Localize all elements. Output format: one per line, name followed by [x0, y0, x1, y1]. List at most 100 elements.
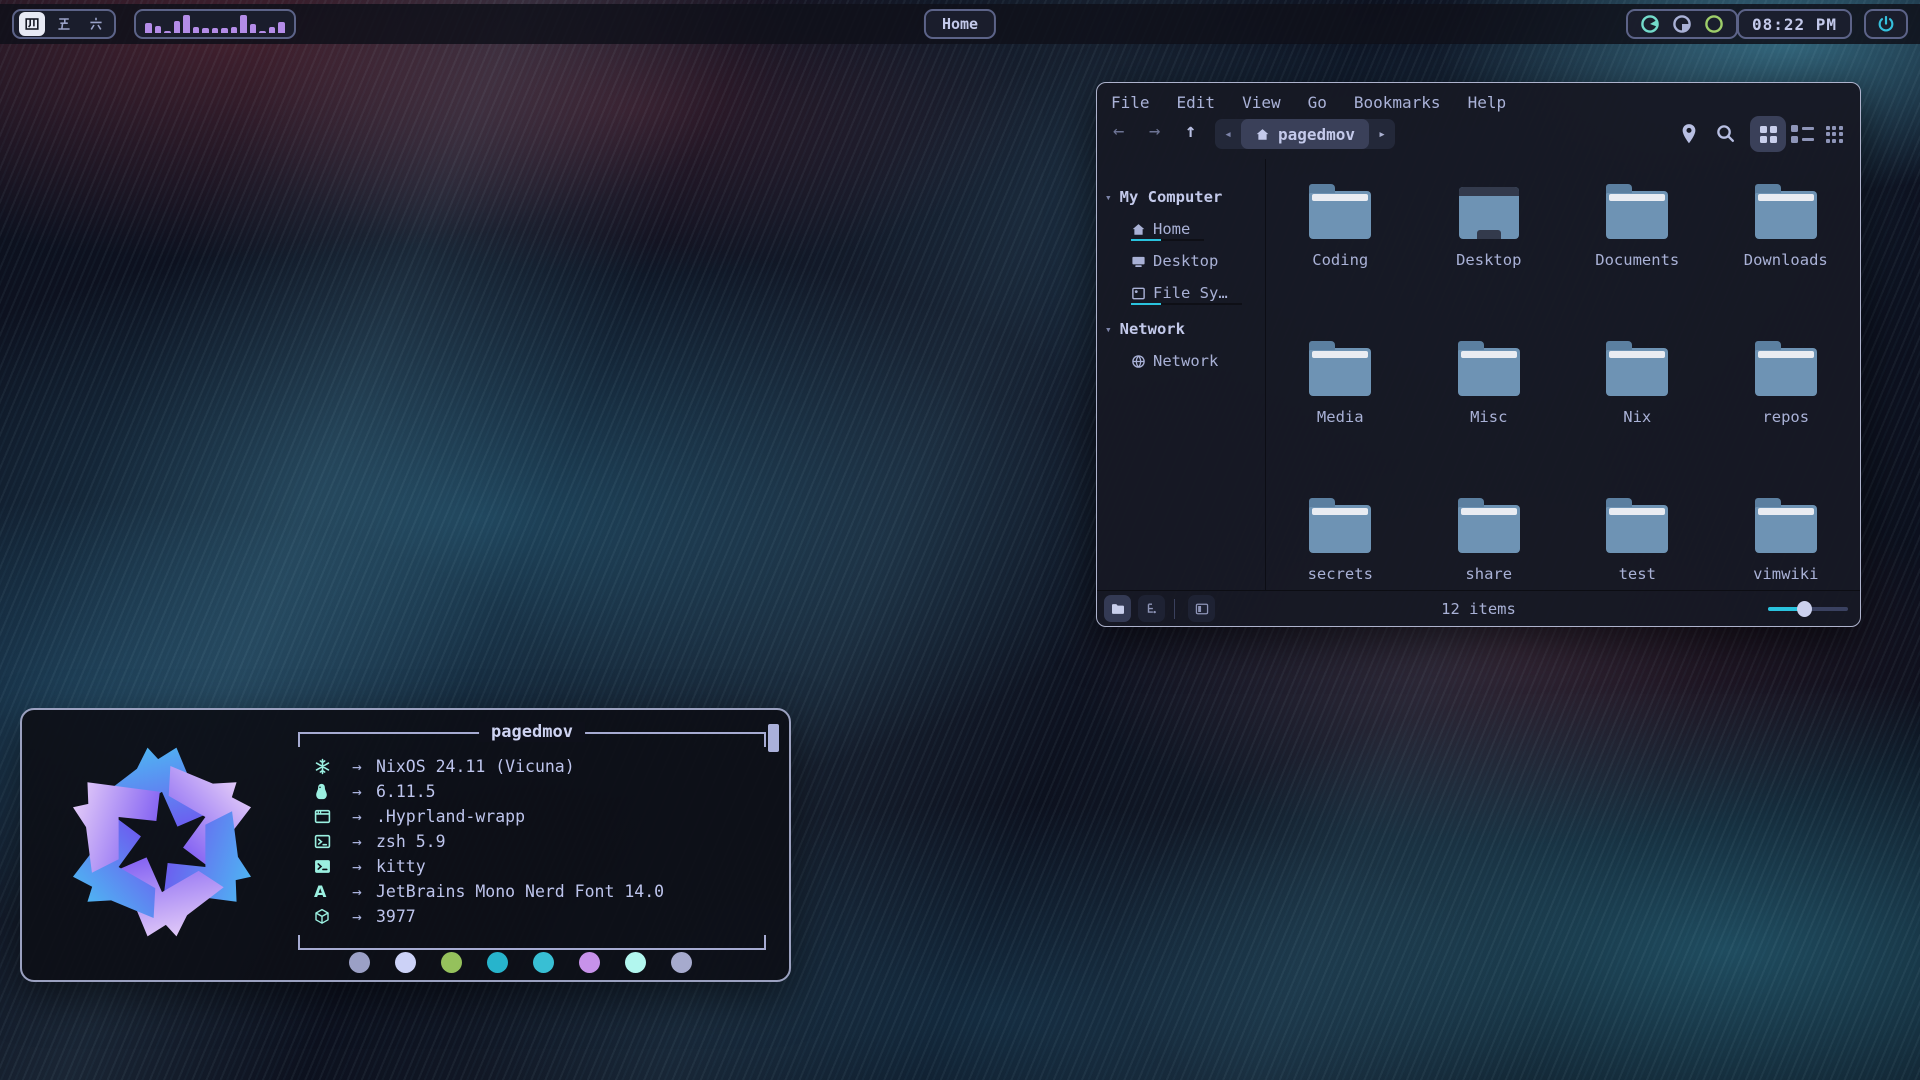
- folder-label: Desktop: [1456, 251, 1521, 269]
- zoom-slider[interactable]: [1768, 607, 1848, 611]
- power-button[interactable]: [1864, 9, 1908, 39]
- folder-item-documents[interactable]: Documents: [1563, 179, 1712, 336]
- fetch-row-wm: → .Hyprland-wrapp: [314, 804, 766, 829]
- menu-view[interactable]: View: [1242, 93, 1281, 112]
- status-bar: 12 items: [1097, 590, 1860, 626]
- file-manager-window: File Edit View Go Bookmarks Help ← → ↑ ◂…: [1096, 82, 1861, 627]
- fetch-value: .Hyprland-wrapp: [376, 807, 525, 826]
- home-icon: [1255, 127, 1270, 142]
- palette-dot: [487, 952, 508, 973]
- palette-dot: [395, 952, 416, 973]
- sidebar-item-label: Network: [1153, 352, 1218, 370]
- visualizer-bar: [193, 27, 200, 33]
- sidebar-item-network[interactable]: Network: [1097, 345, 1265, 377]
- back-button[interactable]: ←: [1113, 120, 1124, 142]
- forward-button[interactable]: →: [1149, 120, 1160, 142]
- workspace-button-3[interactable]: 六: [83, 12, 109, 36]
- workspace-glyph-five: [56, 16, 72, 32]
- compact-view-button[interactable]: [1816, 116, 1852, 152]
- sidebar-section-network[interactable]: ▾ Network: [1097, 313, 1265, 345]
- terminal-window: pagedmov → NixOS 24.11 (Vicuna) →: [20, 708, 791, 982]
- fetch-frame-bottom: [298, 935, 766, 950]
- path-breadcrumb: ◂ pagedmov ▸: [1215, 119, 1395, 149]
- fetch-hostname: pagedmov: [479, 722, 585, 742]
- folder-label: share: [1465, 565, 1512, 583]
- folder-label: secrets: [1308, 565, 1373, 583]
- sidebar-item-file-system[interactable]: File Sy…: [1097, 277, 1265, 309]
- folder-item-coding[interactable]: Coding: [1266, 179, 1415, 336]
- folder-label: vimwiki: [1753, 565, 1818, 583]
- file-manager-body: ▾ My Computer Home Desktop File Sy…: [1097, 159, 1860, 590]
- folder-icon: [1309, 348, 1371, 396]
- palette-dot: [349, 952, 370, 973]
- active-window-title[interactable]: Home: [924, 9, 996, 39]
- workspace-switcher: 四 五 六: [12, 9, 116, 39]
- folder-icon: [1458, 348, 1520, 396]
- folder-label: repos: [1762, 408, 1809, 426]
- search-icon[interactable]: [1715, 123, 1736, 144]
- window-manager-icon: [314, 809, 331, 824]
- menu-edit[interactable]: Edit: [1177, 93, 1216, 112]
- icon-view-button[interactable]: [1750, 116, 1786, 152]
- menu-bookmarks[interactable]: Bookmarks: [1354, 93, 1441, 112]
- fetch-frame-top: pagedmov: [298, 732, 766, 748]
- folder-grid: Coding Desktop Documents Downloads Media…: [1266, 159, 1860, 590]
- workspace-button-1[interactable]: 四: [19, 12, 45, 36]
- clock-module[interactable]: 08:22 PM: [1737, 9, 1852, 39]
- gauge-green-icon[interactable]: [1704, 14, 1724, 34]
- menu-help[interactable]: Help: [1468, 93, 1507, 112]
- folder-item-downloads[interactable]: Downloads: [1712, 179, 1861, 336]
- folder-icon: [1309, 505, 1371, 553]
- breadcrumb-right-chevron[interactable]: ▸: [1369, 127, 1395, 142]
- folder-item-vimwiki[interactable]: vimwiki: [1712, 493, 1861, 650]
- workspace-button-2[interactable]: 五: [51, 12, 77, 36]
- folder-item-media[interactable]: Media: [1266, 336, 1415, 493]
- home-icon: [1131, 222, 1146, 237]
- menu-file[interactable]: File: [1111, 93, 1150, 112]
- list-view-glyph: [1791, 125, 1814, 143]
- visualizer-bar: [174, 21, 181, 33]
- item-count-label: 12 items: [1097, 600, 1860, 618]
- expander-triangle-icon[interactable]: ▾: [1105, 323, 1112, 336]
- location-pin-icon[interactable]: [1680, 123, 1698, 145]
- up-button[interactable]: ↑: [1185, 120, 1196, 142]
- top-status-bar: 四 五 六: [0, 4, 1920, 44]
- breadcrumb-left-chevron[interactable]: ◂: [1215, 127, 1241, 142]
- fetch-row-kernel: → 6.11.5: [314, 779, 766, 804]
- folder-item-misc[interactable]: Misc: [1415, 336, 1564, 493]
- compact-view-glyph: [1826, 126, 1843, 143]
- folder-item-secrets[interactable]: secrets: [1266, 493, 1415, 650]
- workspace-glyph-six: [88, 16, 104, 32]
- sidebar-item-home[interactable]: Home: [1097, 213, 1265, 245]
- folder-item-repos[interactable]: repos: [1712, 336, 1861, 493]
- folder-item-test[interactable]: test: [1563, 493, 1712, 650]
- folder-item-nix[interactable]: Nix: [1563, 336, 1712, 493]
- visualizer-bar: [269, 27, 276, 33]
- gauge-teal-icon[interactable]: [1640, 14, 1660, 34]
- sidebar-item-desktop[interactable]: Desktop: [1097, 245, 1265, 277]
- breadcrumb-home-segment[interactable]: pagedmov: [1241, 119, 1369, 149]
- fetch-row-packages: → 3977: [314, 904, 766, 929]
- sidebar-section-my-computer[interactable]: ▾ My Computer: [1097, 181, 1265, 213]
- fetch-row-os: → NixOS 24.11 (Vicuna): [314, 754, 766, 779]
- folder-icon: [1309, 191, 1371, 239]
- fetch-value: 3977: [376, 907, 416, 926]
- desktop-folder-icon: [1459, 187, 1519, 239]
- gauge-lavender-icon[interactable]: [1672, 14, 1692, 34]
- active-window-label: Home: [942, 15, 978, 33]
- menu-go[interactable]: Go: [1308, 93, 1327, 112]
- visualizer-bar: [164, 31, 171, 33]
- fetch-row-terminal: → kitty: [314, 854, 766, 879]
- folder-item-desktop[interactable]: Desktop: [1415, 179, 1564, 336]
- expander-triangle-icon[interactable]: ▾: [1105, 191, 1112, 204]
- zoom-slider-thumb[interactable]: [1797, 601, 1812, 617]
- folder-icon: [1755, 191, 1817, 239]
- folder-item-share[interactable]: share: [1415, 493, 1564, 650]
- terminal-cursor: [768, 724, 779, 752]
- visualizer-bar: [212, 28, 219, 33]
- palette-dot: [441, 952, 462, 973]
- folder-label: Downloads: [1744, 251, 1828, 269]
- sidebar-item-label: Desktop: [1153, 252, 1218, 270]
- toolbar: ← → ↑ ◂ pagedmov ▸: [1097, 116, 1860, 156]
- list-view-button[interactable]: [1784, 116, 1820, 152]
